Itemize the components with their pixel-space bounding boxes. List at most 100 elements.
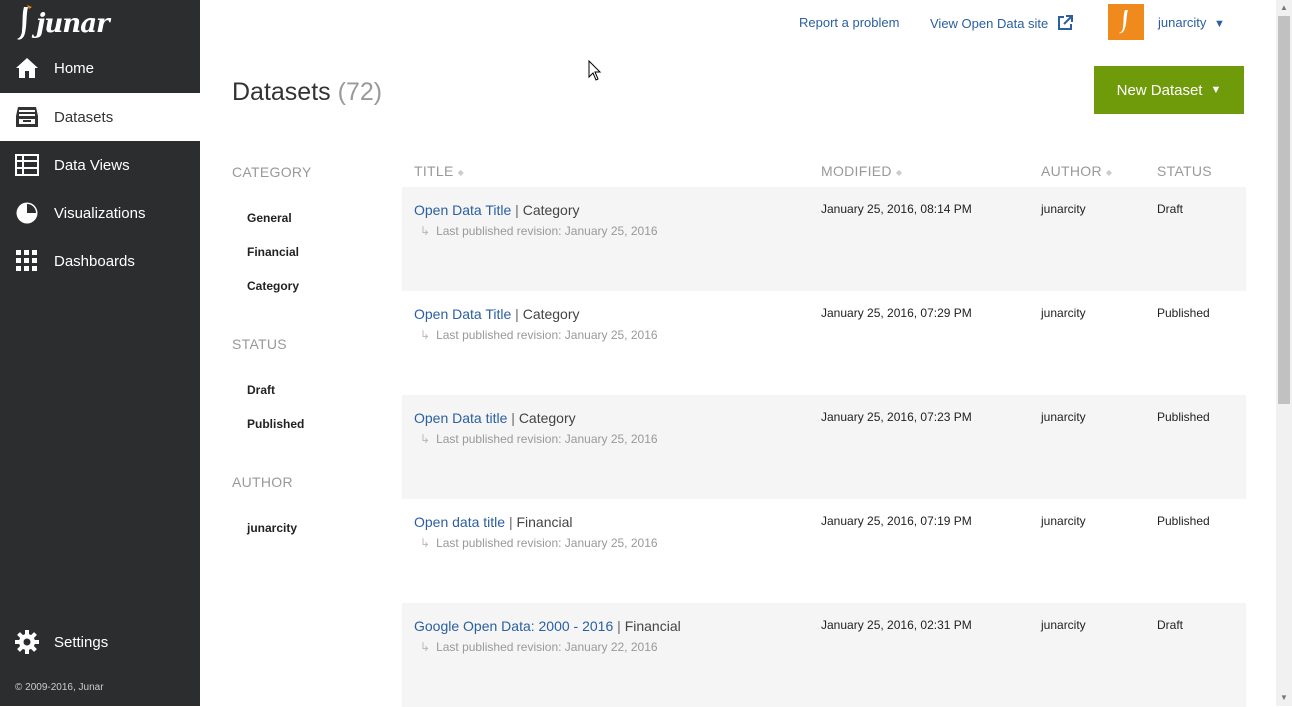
new-dataset-label: New Dataset xyxy=(1116,81,1203,99)
copyright-text: © 2009-2016, Junar xyxy=(15,682,104,693)
view-open-data-label: View Open Data site xyxy=(930,16,1049,31)
row-category: Financial xyxy=(624,618,681,634)
sort-icon: ◆ xyxy=(457,167,465,177)
revision-text: Last published revision: January 25, 201… xyxy=(436,224,658,238)
junar-logo[interactable]: junar xyxy=(16,4,110,44)
user-menu[interactable]: junarcity ▼ xyxy=(1158,15,1225,30)
caret-down-icon: ▼ xyxy=(1210,84,1222,96)
sort-icon: ◆ xyxy=(1105,167,1113,177)
row-status: Published xyxy=(1157,410,1210,424)
junar-avatar-icon xyxy=(1119,10,1128,34)
row-title: Open data title | Financial xyxy=(414,514,573,530)
sidebar-item-label: Home xyxy=(54,59,95,77)
filter-author-junarcity[interactable]: junarcity xyxy=(247,521,297,535)
scroll-up-icon[interactable]: ▲ xyxy=(1276,1,1292,15)
filter-status-draft[interactable]: Draft xyxy=(247,383,275,397)
sidebar-item-dashboards[interactable]: Dashboards xyxy=(0,237,200,285)
logo-text: junar xyxy=(36,9,110,39)
sidebar-item-data-views[interactable]: Data Views xyxy=(0,141,200,189)
external-link-icon xyxy=(1057,15,1073,30)
row-category: Financial xyxy=(516,514,573,530)
username: junarcity xyxy=(1158,15,1207,30)
new-dataset-button[interactable]: New Dataset ▼ xyxy=(1094,66,1244,114)
column-header-label: MODIFIED xyxy=(821,163,892,179)
row-title: Open Data title | Category xyxy=(414,410,576,426)
row-author: junarcity xyxy=(1041,618,1086,632)
filter-category-financial[interactable]: Financial xyxy=(247,245,299,259)
row-modified: January 25, 2016, 07:19 PM xyxy=(821,514,972,528)
sidebar-item-home[interactable]: Home xyxy=(0,44,200,92)
row-revision: ↳ Last published revision: January 25, 20… xyxy=(420,432,658,446)
filter-category-general[interactable]: General xyxy=(247,211,292,225)
report-problem-link[interactable]: Report a problem xyxy=(799,15,899,30)
chevron-down-icon: ▼ xyxy=(1214,18,1225,30)
sidebar-item-label: Visualizations xyxy=(54,204,146,222)
filter-category-category[interactable]: Category xyxy=(247,279,299,293)
scroll-down-icon[interactable]: ▼ xyxy=(1276,691,1292,705)
mouse-cursor-icon xyxy=(588,60,602,81)
row-author: junarcity xyxy=(1041,410,1086,424)
sort-icon: ◆ xyxy=(895,167,903,177)
table-row[interactable]: Google Open Data: 2000 - 2016 | Financia… xyxy=(402,603,1246,707)
pie-chart-icon xyxy=(14,200,40,226)
dataset-title-link[interactable]: Open Data title xyxy=(414,410,507,426)
row-title: Open Data Title | Category xyxy=(414,306,580,322)
revision-arrow-icon: ↳ xyxy=(420,536,431,550)
sidebar-item-datasets[interactable]: Datasets xyxy=(0,93,200,141)
filter-status-published[interactable]: Published xyxy=(247,417,304,431)
row-revision: ↳ Last published revision: January 25, 20… xyxy=(420,224,658,238)
row-status: Published xyxy=(1157,306,1210,320)
row-modified: January 25, 2016, 02:31 PM xyxy=(821,618,972,632)
sidebar-item-label: Data Views xyxy=(54,156,130,174)
revision-text: Last published revision: January 25, 201… xyxy=(436,328,658,342)
row-status: Draft xyxy=(1157,202,1184,216)
page-title: Datasets (72) xyxy=(232,78,382,107)
table-row[interactable]: Open Data Title | Category ↳ Last publish… xyxy=(402,187,1246,291)
sidebar-item-label: Dashboards xyxy=(54,252,135,270)
revision-arrow-icon: ↳ xyxy=(420,224,431,238)
sidebar: junar Home Datasets Data Views Visualiza… xyxy=(0,0,200,706)
sidebar-item-label: Settings xyxy=(54,633,109,651)
vertical-scrollbar[interactable]: ▲ ▼ xyxy=(1276,0,1292,706)
row-category: Category xyxy=(522,306,580,322)
row-category: Category xyxy=(518,410,576,426)
view-open-data-link[interactable]: View Open Data site xyxy=(930,15,1073,31)
revision-arrow-icon: ↳ xyxy=(420,328,431,342)
row-revision: ↳ Last published revision: January 25, 20… xyxy=(420,536,658,550)
column-header-modified[interactable]: MODIFIED ◆ xyxy=(821,163,902,179)
table-row[interactable]: Open data title | Financial ↳ Last publis… xyxy=(402,499,1246,603)
revision-arrow-icon: ↳ xyxy=(420,432,431,446)
row-revision: ↳ Last published revision: January 25, 20… xyxy=(420,328,658,342)
sidebar-item-settings[interactable]: Settings xyxy=(0,618,200,666)
junar-logo-mark xyxy=(17,5,32,40)
row-status: Published xyxy=(1157,514,1210,528)
row-category: Category xyxy=(522,202,580,218)
scrollbar-thumb[interactable] xyxy=(1278,16,1290,404)
column-header-author[interactable]: AUTHOR ◆ xyxy=(1041,163,1112,179)
filter-heading-category: CATEGORY xyxy=(232,164,312,180)
row-modified: January 25, 2016, 08:14 PM xyxy=(821,202,972,216)
table-row[interactable]: Open Data title | Category ↳ Last publish… xyxy=(402,395,1246,499)
dataset-title-link[interactable]: Open Data Title xyxy=(414,306,511,322)
gear-icon xyxy=(14,629,40,655)
filter-heading-author: AUTHOR xyxy=(232,474,293,490)
revision-text: Last published revision: January 22, 201… xyxy=(436,640,658,654)
column-header-title[interactable]: TITLE ◆ xyxy=(414,163,464,179)
dataset-count: (72) xyxy=(337,78,383,106)
table-row[interactable]: Open Data Title | Category ↳ Last publish… xyxy=(402,291,1246,395)
column-header-status: STATUS xyxy=(1157,163,1212,179)
dataset-title-link[interactable]: Google Open Data: 2000 - 2016 xyxy=(414,618,613,634)
filter-heading-status: STATUS xyxy=(232,336,287,352)
column-header-label: AUTHOR xyxy=(1041,163,1102,179)
sidebar-item-label: Datasets xyxy=(54,108,114,126)
table-icon xyxy=(14,152,40,178)
home-icon xyxy=(14,55,40,81)
row-title: Google Open Data: 2000 - 2016 | Financia… xyxy=(414,618,681,634)
sidebar-item-visualizations[interactable]: Visualizations xyxy=(0,189,200,237)
dataset-title-link[interactable]: Open data title xyxy=(414,514,505,530)
dataset-title-link[interactable]: Open Data Title xyxy=(414,202,511,218)
row-author: junarcity xyxy=(1041,514,1086,528)
row-modified: January 25, 2016, 07:29 PM xyxy=(821,306,972,320)
row-title: Open Data Title | Category xyxy=(414,202,580,218)
avatar[interactable] xyxy=(1108,4,1144,40)
